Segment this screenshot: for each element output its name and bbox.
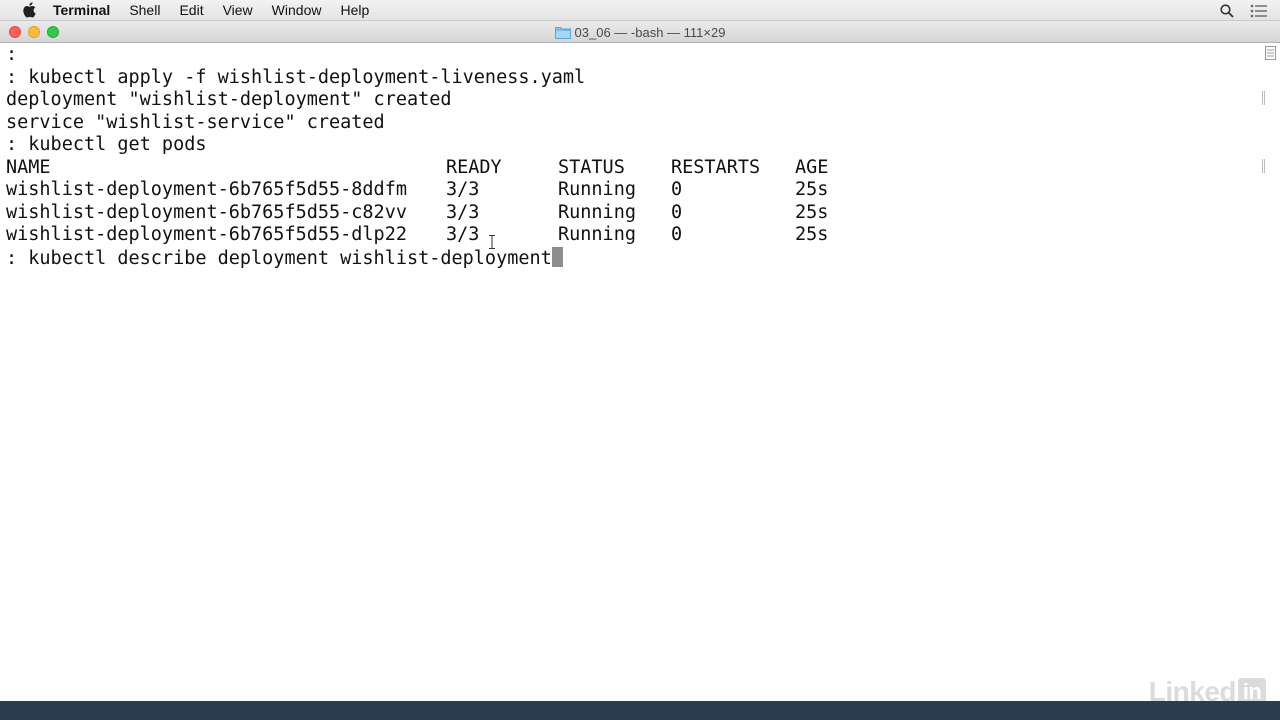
window-title: 03_06 — -bash — 111×29 <box>574 24 726 40</box>
terminal-window: 03_06 — -bash — 111×29 : : kubectl apply… <box>0 21 1280 701</box>
pod-restarts: 0 <box>671 179 683 200</box>
pods-table-header: NAME READY STATUS RESTARTS AGE <box>6 157 828 180</box>
header-age: AGE <box>795 156 829 178</box>
pod-status: Running <box>558 201 636 223</box>
menu-app-terminal[interactable]: Terminal <box>53 0 120 21</box>
folder-icon <box>554 26 571 39</box>
pod-status: Running <box>558 224 636 245</box>
notification-center-icon[interactable] <box>1250 4 1268 18</box>
scroll-mark <box>1262 91 1265 105</box>
menu-window[interactable]: Window <box>262 0 331 21</box>
current-command: : kubectl describe deployment wishlist-d… <box>6 247 552 269</box>
pod-ready: 3/3 <box>446 224 480 245</box>
menu-help[interactable]: Help <box>331 0 379 21</box>
desktop-background <box>0 701 1280 720</box>
title-bar[interactable]: 03_06 — -bash — 111×29 <box>0 21 1280 43</box>
header-ready: READY <box>446 156 502 178</box>
pod-name: wishlist-deployment-6b765f5d55-c82vv <box>6 201 407 223</box>
menu-shell[interactable]: Shell <box>120 0 170 21</box>
split-pane-icon[interactable] <box>1265 46 1276 60</box>
header-restarts: RESTARTS <box>671 156 761 178</box>
header-name: NAME <box>6 156 51 178</box>
menu-edit[interactable]: Edit <box>170 0 213 21</box>
table-row: wishlist-deployment-6b765f5d55-8ddfm 3/3… <box>6 179 828 202</box>
scroll-mark <box>1262 159 1265 173</box>
pod-age: 25s <box>795 224 829 245</box>
menu-view[interactable]: View <box>213 0 262 21</box>
terminal-line-get-pods-command: : kubectl get pods <box>6 134 207 155</box>
table-row: wishlist-deployment-6b765f5d55-dlp22 3/3… <box>6 224 828 247</box>
pod-restarts: 0 <box>671 224 683 245</box>
header-status: STATUS <box>558 156 625 178</box>
pod-ready: 3/3 <box>446 201 480 223</box>
pod-age: 25s <box>795 179 829 200</box>
menubar-status-area <box>1220 0 1268 21</box>
apple-icon[interactable] <box>22 2 36 18</box>
terminal-prompt-line[interactable]: : kubectl describe deployment wishlist-d… <box>6 246 1256 270</box>
pod-name: wishlist-deployment-6b765f5d55-dlp22 <box>6 224 407 245</box>
terminal-line-apply-command: : kubectl apply -f wishlist-deployment-l… <box>6 66 586 88</box>
table-row: wishlist-deployment-6b765f5d55-c82vv 3/3… <box>6 202 828 225</box>
window-title-wrap: 03_06 — -bash — 111×29 <box>0 21 1280 43</box>
scrollbar[interactable] <box>1260 44 1280 701</box>
menu-bar: Terminal Shell Edit View Window Help <box>0 0 1280 21</box>
ibeam-cursor-icon <box>489 235 495 249</box>
terminal-line-deployment-created: deployment "wishlist-deployment" created <box>6 89 452 110</box>
spotlight-search-icon[interactable] <box>1220 3 1234 18</box>
terminal-output[interactable]: : : kubectl apply -f wishlist-deployment… <box>6 44 1256 694</box>
terminal-line-service-created: service "wishlist-service" created <box>6 111 385 133</box>
pod-restarts: 0 <box>671 201 683 223</box>
terminal-line: : <box>6 44 18 65</box>
pods-table: NAME READY STATUS RESTARTS AGE wishlist-… <box>6 157 828 247</box>
pod-name: wishlist-deployment-6b765f5d55-8ddfm <box>6 179 407 200</box>
pod-age: 25s <box>795 201 829 223</box>
pod-status: Running <box>558 179 636 200</box>
text-cursor <box>551 246 563 267</box>
pod-ready: 3/3 <box>446 179 480 200</box>
